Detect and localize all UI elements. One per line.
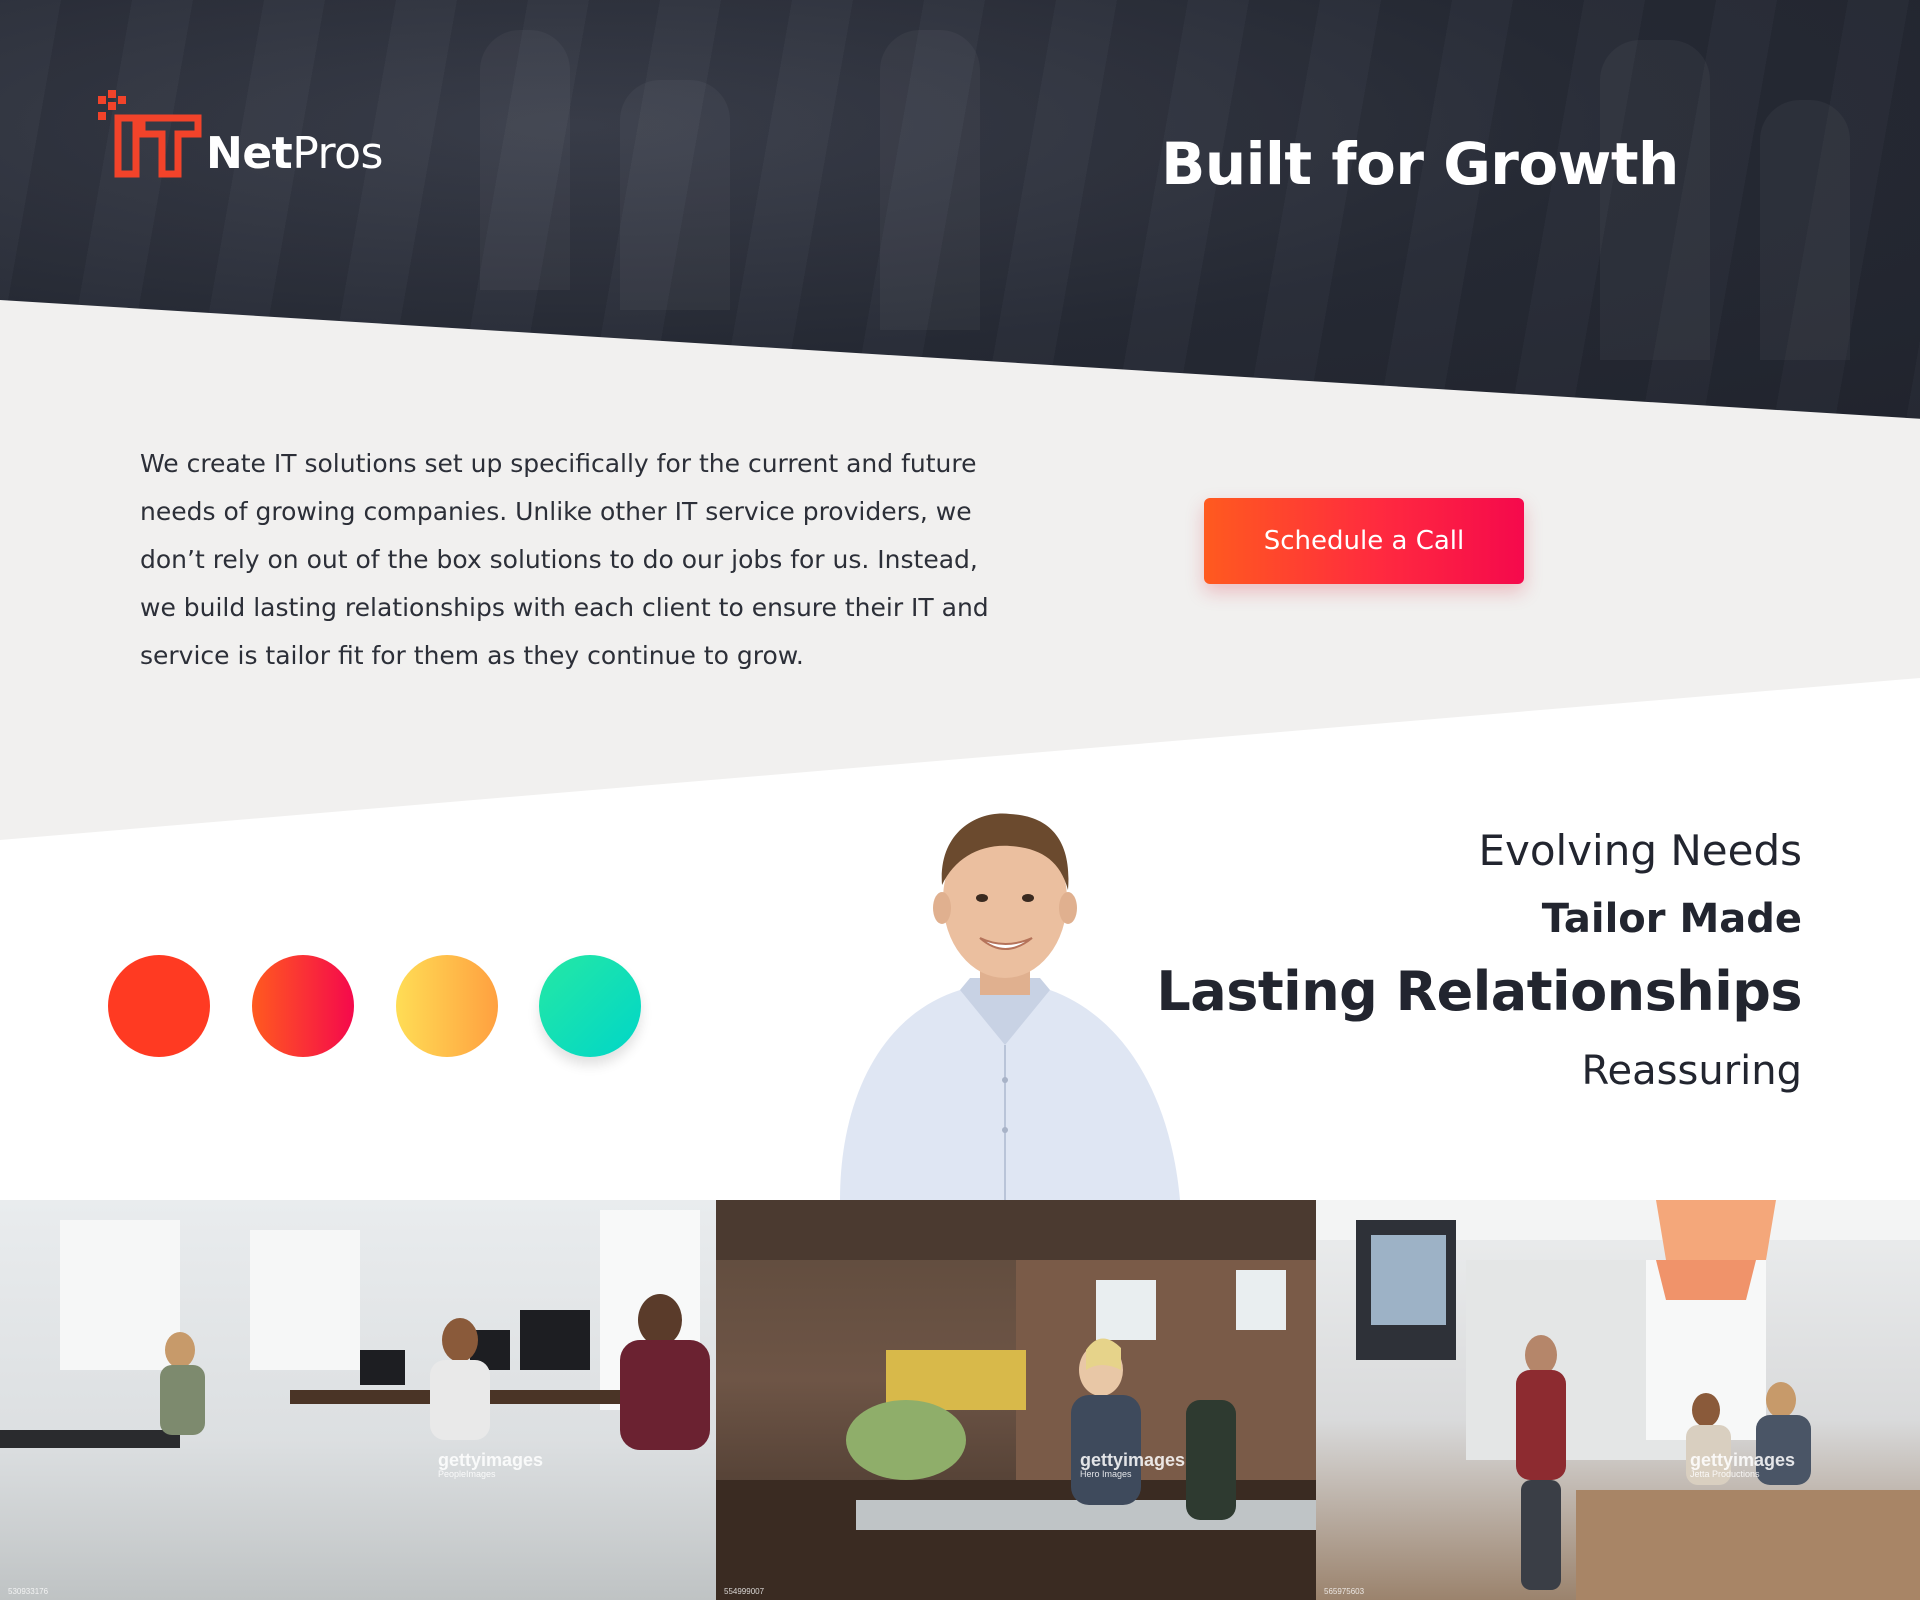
type-sample-bold: Tailor Made <box>1541 896 1802 942</box>
color-swatch-teal <box>539 955 641 1057</box>
office-scene-illustration <box>0 1210 710 1450</box>
type-sample-regular: Evolving Needs <box>1478 826 1802 875</box>
smiling-man-portrait <box>840 813 1180 1200</box>
getty-watermark: gettyimages PeopleImages <box>438 1450 544 1479</box>
intro-paragraph: We create IT solutions set up specifical… <box>140 449 989 670</box>
color-swatch-yellow <box>396 955 498 1057</box>
netpros-logo[interactable]: NetPros <box>96 90 416 180</box>
meeting-scene-illustration <box>1316 1200 1920 1600</box>
color-swatch-orange-red <box>252 955 354 1057</box>
color-swatch-red <box>108 955 210 1057</box>
type-sample-heading: Lasting Relationships <box>1156 960 1802 1023</box>
photo-id: 554999007 <box>724 1587 765 1596</box>
schedule-call-button[interactable]: Schedule a Call <box>1204 498 1524 584</box>
cafe-scene-illustration <box>716 1200 1316 1600</box>
getty-watermark: gettyimages Hero Images <box>1080 1450 1186 1479</box>
photo-id: 530933176 <box>8 1587 49 1596</box>
it-logo-mark-icon <box>98 90 202 178</box>
type-sample-light: Reassuring <box>1581 1048 1802 1094</box>
photo-id: 565975603 <box>1324 1587 1365 1596</box>
office-photo-coworking: gettyimages PeopleImages 530933176 <box>0 1200 716 1600</box>
hero-title: Built for Growth <box>1161 130 1679 198</box>
getty-watermark: gettyimages Jetta Productions <box>1690 1450 1796 1479</box>
office-photo-woman-on-phone: gettyimages Hero Images 554999007 <box>716 1200 1316 1600</box>
brand-name: NetPros <box>206 128 383 179</box>
office-photo-meeting: gettyimages Jetta Productions 565975603 <box>1316 1200 1920 1600</box>
